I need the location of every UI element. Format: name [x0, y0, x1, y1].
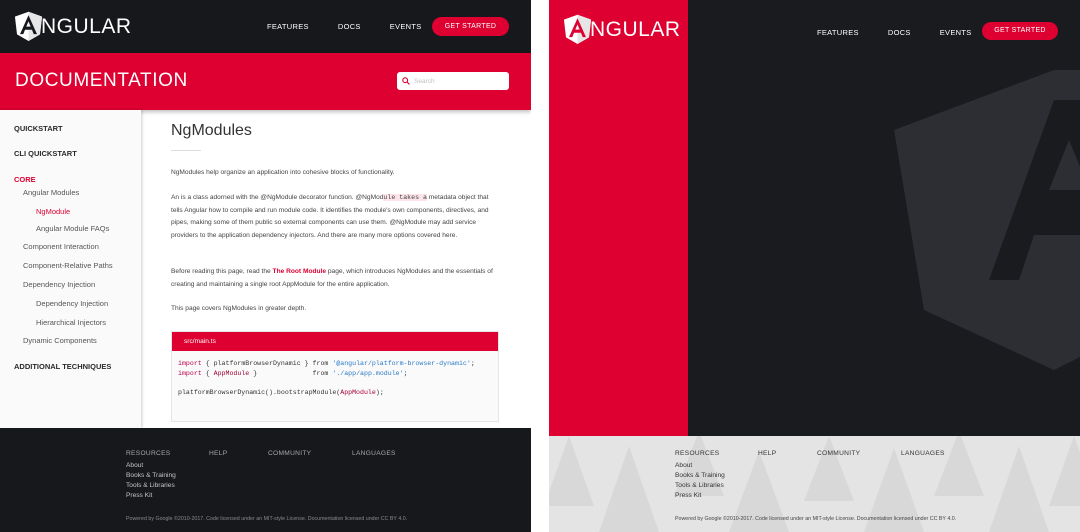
documentation-header: DOCUMENTATION Search: [0, 53, 531, 110]
main-nav: FEATURES DOCS EVENTS: [817, 28, 972, 37]
sidebar-item-angular-modules[interactable]: Angular Modules: [23, 188, 79, 197]
code-keyword: import: [178, 369, 202, 377]
footer-link-press-kit[interactable]: Press Kit: [126, 492, 152, 499]
code-keyword: import: [178, 360, 202, 367]
main-nav: FEATURES DOCS EVENTS: [267, 22, 422, 31]
search-input[interactable]: Search: [397, 72, 509, 90]
nav-events[interactable]: EVENTS: [940, 28, 972, 37]
sidebar-item-quickstart[interactable]: QUICKSTART: [14, 124, 63, 133]
brand-name: NGULAR: [41, 14, 132, 38]
nav-features[interactable]: FEATURES: [267, 22, 309, 31]
footer-heading-languages: LANGUAGES: [352, 450, 396, 457]
footer-link-tools-libraries[interactable]: Tools & Libraries: [675, 482, 724, 489]
code-filename-tab[interactable]: src/main.ts: [172, 332, 498, 351]
footer-heading-community: COMMUNITY: [268, 450, 312, 457]
code-text: ;: [470, 360, 475, 367]
footer-heading-resources: RESOURCES: [675, 450, 720, 457]
description-paragraph: An is a class adorned with the @NgModule…: [171, 192, 499, 242]
code-identifier: AppModule: [213, 369, 250, 377]
code-text: {: [201, 369, 214, 377]
sidebar-item-component-relative-paths[interactable]: Component-Relative Paths: [23, 261, 113, 270]
get-started-button[interactable]: GET STARTED: [982, 22, 1058, 40]
angular-logo[interactable]: NGULAR: [563, 14, 681, 45]
hero-red-strip: [549, 0, 688, 436]
top-navbar: NGULAR FEATURES DOCS EVENTS GET STARTED: [0, 0, 531, 53]
angular-logo[interactable]: NGULAR: [14, 11, 132, 42]
nav-docs[interactable]: DOCS: [888, 28, 911, 37]
page-title: NgModules: [171, 122, 252, 139]
sidebar-item-core[interactable]: CORE: [14, 175, 36, 184]
sidebar-item-additional-techniques[interactable]: ADDITIONAL TECHNIQUES: [14, 362, 111, 371]
footer: RESOURCES HELP COMMUNITY LANGUAGES About…: [549, 436, 1080, 532]
code-text: ;: [403, 369, 408, 377]
footer-heading-resources: RESOURCES: [126, 450, 171, 457]
nav-events[interactable]: EVENTS: [390, 22, 422, 31]
code-body[interactable]: import { platformBrowserDynamic } from '…: [172, 351, 498, 397]
search-placeholder: Search: [414, 77, 435, 85]
brand-name: NGULAR: [590, 17, 681, 41]
code-text: { platformBrowserDynamic } from: [201, 360, 333, 367]
prerequisite-text-a: Before reading this page, read the: [171, 268, 273, 275]
code-string: './app/app.module': [332, 369, 404, 377]
footer-heading-languages: LANGUAGES: [901, 450, 945, 457]
docs-page-screenshot: NGULAR FEATURES DOCS EVENTS GET STARTED …: [0, 0, 531, 532]
title-divider: [171, 150, 201, 151]
code-text: } from: [249, 369, 333, 377]
code-example: src/main.ts import { platformBrowserDyna…: [171, 331, 499, 422]
sidebar-item-dependency-injection[interactable]: Dependency Injection: [23, 280, 95, 289]
footer-heading-help: HELP: [209, 450, 228, 457]
sidebar-item-ngmodule-faqs[interactable]: Angular Module FAQs: [36, 224, 109, 233]
footer-link-books-training[interactable]: Books & Training: [126, 472, 176, 479]
footer-link-tools-libraries[interactable]: Tools & Libraries: [126, 482, 175, 489]
intro-paragraph: NgModules help organize an application i…: [171, 169, 395, 176]
prerequisite-paragraph: Before reading this page, read the The R…: [171, 266, 499, 291]
nav-docs[interactable]: DOCS: [338, 22, 361, 31]
code-string: '@angular/platform-browser-dynamic': [332, 360, 471, 367]
code-text: );: [375, 388, 384, 396]
footer-link-press-kit[interactable]: Press Kit: [675, 492, 701, 499]
code-text: platformBrowserDynamic().bootstrapModule…: [178, 388, 341, 396]
landing-page-screenshot: NGULAR FEATURES DOCS EVENTS GET STARTED …: [549, 0, 1080, 532]
footer-copyright: Powered by Google ©2010-2017. Code licen…: [675, 516, 957, 522]
angular-shield-icon: [14, 11, 43, 42]
sidebar-item-cli-quickstart[interactable]: CLI QUICKSTART: [14, 149, 77, 158]
code-identifier: AppModule: [340, 388, 376, 396]
footer-link-about[interactable]: About: [126, 462, 143, 469]
highlighted-code: ule takes a: [383, 194, 427, 201]
footer-copyright: Powered by Google ©2010-2017. Code licen…: [126, 516, 408, 522]
root-module-link[interactable]: The Root Module: [273, 268, 326, 275]
description-text-a: An is a class adorned with the @NgModule…: [171, 194, 384, 201]
nav-features[interactable]: FEATURES: [817, 28, 859, 37]
angular-shield-icon: [563, 14, 592, 45]
sidebar-item-hierarchical-injectors[interactable]: Hierarchical Injectors: [36, 318, 106, 327]
page-section-title: DOCUMENTATION: [15, 70, 188, 91]
footer-link-books-training[interactable]: Books & Training: [675, 472, 725, 479]
footer-heading-help: HELP: [758, 450, 777, 457]
footer: RESOURCES HELP COMMUNITY LANGUAGES About…: [0, 428, 531, 532]
depth-paragraph: This page covers NgModules in greater de…: [171, 305, 307, 312]
sidebar-item-ngmodule[interactable]: NgModule: [36, 207, 70, 216]
footer-heading-community: COMMUNITY: [817, 450, 861, 457]
angular-watermark-icon: [894, 70, 1080, 370]
footer-link-about[interactable]: About: [675, 462, 692, 469]
sidebar-item-dependency-injection-sub[interactable]: Dependency Injection: [36, 299, 108, 308]
sidebar-item-component-interaction[interactable]: Component Interaction: [23, 242, 99, 251]
sidebar-item-dynamic-components[interactable]: Dynamic Components: [23, 336, 97, 345]
search-icon: [402, 77, 410, 85]
side-navigation: QUICKSTART CLI QUICKSTART CORE Angular M…: [0, 110, 141, 428]
get-started-button[interactable]: GET STARTED: [432, 17, 509, 36]
